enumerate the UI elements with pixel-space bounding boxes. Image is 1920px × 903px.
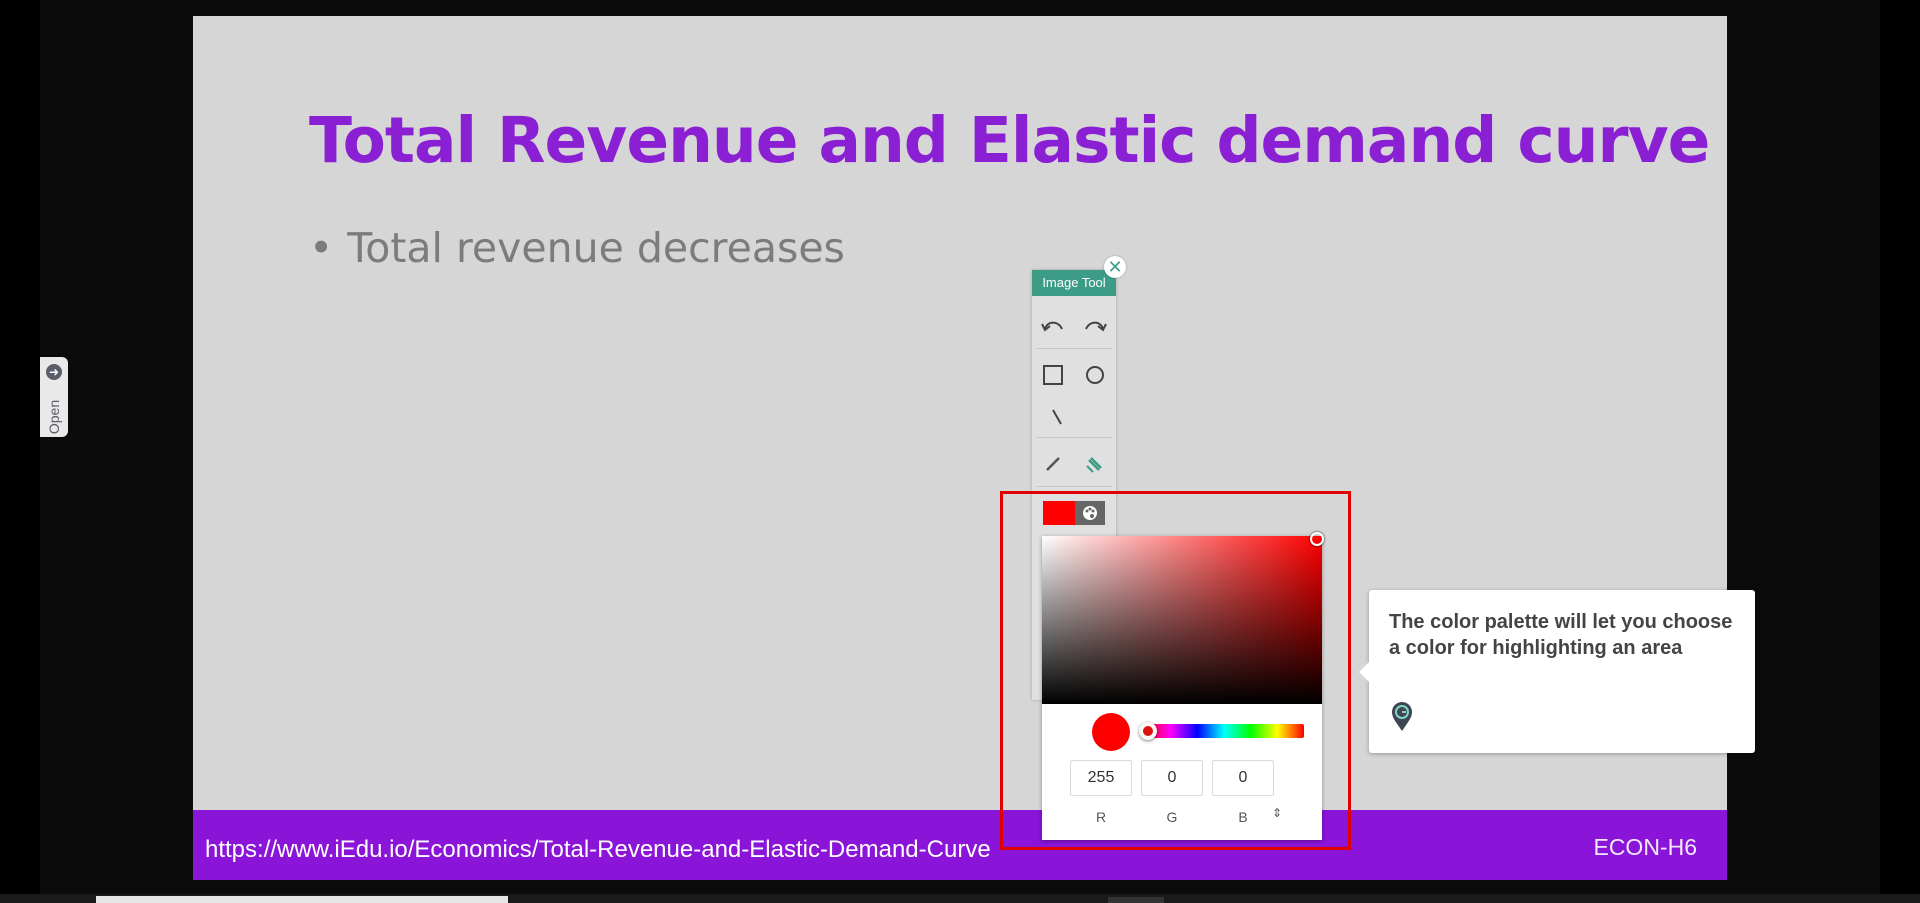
guide-tooltip: The color palette will let you choose a … <box>1359 590 1755 753</box>
selected-color-swatch[interactable] <box>1043 501 1075 525</box>
tooltip-text: The color palette will let you choose a … <box>1389 611 1733 659</box>
bullet-text: Total revenue decreases <box>347 224 845 272</box>
color-swatch-row <box>1043 501 1116 525</box>
open-sidebar-tab[interactable]: ➜ Open <box>40 357 68 437</box>
scrollbar-marker <box>1108 897 1164 903</box>
open-label: Open <box>46 399 62 435</box>
guide-pin-icon[interactable] <box>1391 702 1413 737</box>
circle-icon[interactable] <box>1080 360 1110 390</box>
green-label: G <box>1166 809 1178 825</box>
green-value-input[interactable] <box>1141 760 1203 796</box>
image-tool-title: Image Tool <box>1032 270 1116 296</box>
line-icon[interactable] <box>1042 402 1072 432</box>
red-value-input[interactable] <box>1070 760 1132 796</box>
color-preview <box>1092 713 1130 751</box>
saturation-cursor[interactable] <box>1310 532 1324 546</box>
saturation-value-area[interactable] <box>1042 532 1324 704</box>
footer-url: https://www.iEdu.io/Economics/Total-Reve… <box>205 836 991 863</box>
hue-slider-handle[interactable] <box>1139 722 1157 740</box>
hue-slider[interactable] <box>1144 724 1304 738</box>
slide-bullet: • Total revenue decreases <box>309 224 845 272</box>
tool-divider <box>1036 437 1112 438</box>
rectangle-icon[interactable] <box>1038 360 1068 390</box>
highlighter-icon[interactable] <box>1080 449 1110 479</box>
bullet-mark: • <box>309 224 334 272</box>
arrow-right-icon: ➜ <box>46 364 62 380</box>
scrollbar-thumb[interactable] <box>96 896 508 903</box>
footer-course-code: ECON-H6 <box>1593 834 1697 860</box>
blue-value-input[interactable] <box>1212 760 1274 796</box>
undo-icon[interactable] <box>1038 311 1068 341</box>
red-label: R <box>1095 809 1107 825</box>
color-picker-popup: R G B ⇕ <box>1042 532 1324 840</box>
pen-icon[interactable] <box>1038 449 1068 479</box>
slide-footer: https://www.iEdu.io/Economics/Total-Reve… <box>193 810 1727 880</box>
palette-icon[interactable] <box>1075 501 1105 525</box>
blue-label: B <box>1238 809 1248 825</box>
tool-divider <box>1036 348 1112 349</box>
tool-divider <box>1036 486 1112 487</box>
close-icon[interactable]: ✕ <box>1104 256 1126 278</box>
color-mode-toggle[interactable]: ⇕ <box>1272 806 1282 820</box>
redo-icon[interactable] <box>1080 311 1110 341</box>
slide-title: Total Revenue and Elastic demand curve <box>309 104 1710 177</box>
